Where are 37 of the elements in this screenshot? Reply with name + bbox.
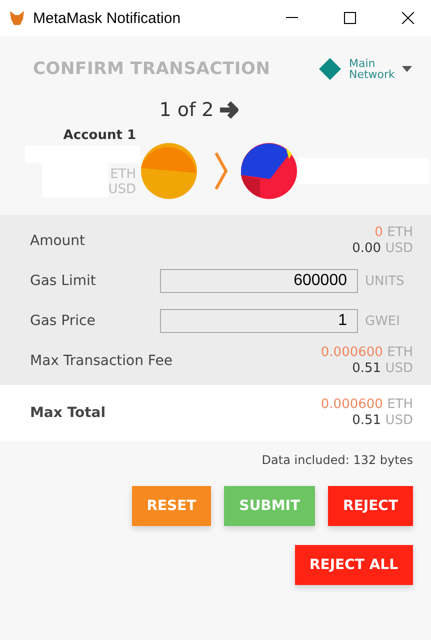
page-title: CONFIRM TRANSACTION (33, 59, 272, 79)
fox-icon (9, 10, 25, 26)
action-button[interactable]: RESET (132, 486, 212, 526)
network-selector[interactable]: Main Network (349, 58, 395, 80)
row-label: Gas Limit (30, 273, 97, 289)
row-label: Amount (30, 233, 86, 249)
diamond-icon (319, 58, 341, 80)
unit-label: UNITS (364, 274, 406, 288)
usd-amount: 0.00 USD (352, 241, 413, 257)
usd-amount: 0.51 USD (352, 413, 413, 429)
action-button[interactable]: SUBMIT (224, 486, 316, 526)
caret-icon[interactable] (402, 66, 412, 72)
eth-amount: 0 ETH (374, 225, 413, 241)
chevron-icon (214, 151, 228, 191)
total-label: Max Total (30, 405, 107, 421)
action-button[interactable]: REJECT (328, 486, 413, 526)
minimize-icon[interactable] (286, 17, 298, 19)
usd-amount: 0.51 USD (352, 361, 413, 377)
input-field[interactable]: 1 (160, 309, 358, 333)
reject-all-button[interactable]: REJECT ALL (294, 545, 413, 585)
window-title: MetaMask Notification (33, 10, 182, 26)
account-name: Account 1 (63, 128, 136, 142)
data-note: Data included: 132 bytes (260, 452, 414, 467)
currency-label: ETH (110, 166, 136, 182)
arrow-icon[interactable] (218, 100, 240, 120)
identicon (140, 142, 198, 200)
row-label: Gas Price (30, 313, 96, 329)
input-field[interactable]: 600000 (160, 269, 358, 293)
close-icon[interactable] (402, 12, 414, 24)
row-label: Max Transaction Fee (30, 353, 174, 369)
maximize-icon[interactable] (344, 12, 356, 24)
identicon (240, 142, 298, 200)
unit-label: GWEI (364, 314, 401, 328)
eth-amount: 0.000600 ETH (320, 345, 413, 361)
pager-text: 1 of 2 (159, 99, 214, 121)
currency-label: USD (108, 182, 136, 196)
eth-amount: 0.000600 ETH (320, 397, 413, 413)
